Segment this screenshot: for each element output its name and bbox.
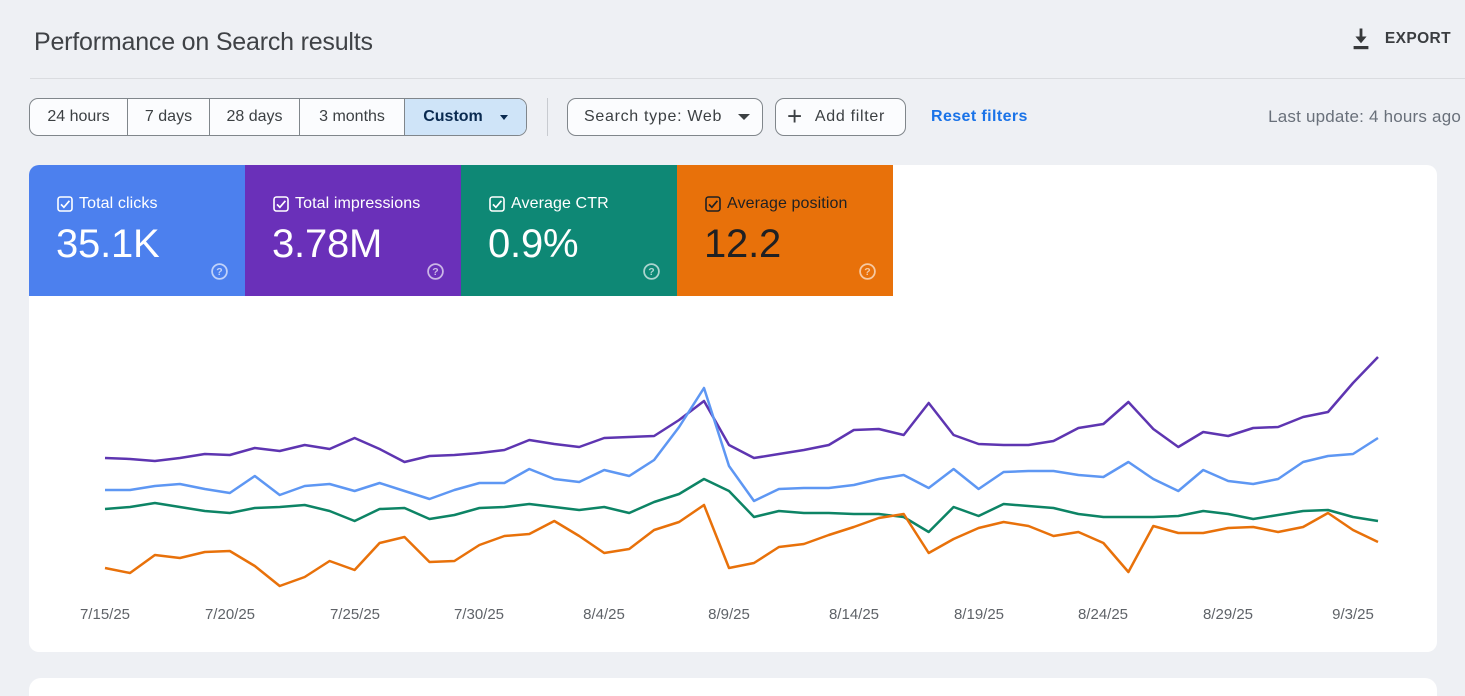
svg-text:7/25/25: 7/25/25 xyxy=(330,606,380,623)
svg-text:8/29/25: 8/29/25 xyxy=(1203,606,1253,623)
svg-text:8/24/25: 8/24/25 xyxy=(1078,606,1128,623)
svg-text:8/14/25: 8/14/25 xyxy=(829,606,879,623)
svg-text:8/19/25: 8/19/25 xyxy=(954,606,1004,623)
svg-text:8/9/25: 8/9/25 xyxy=(708,606,750,623)
svg-text:7/30/25: 7/30/25 xyxy=(454,606,504,623)
svg-text:7/15/25: 7/15/25 xyxy=(80,606,130,623)
svg-text:7/20/25: 7/20/25 xyxy=(205,606,255,623)
svg-text:8/4/25: 8/4/25 xyxy=(583,606,625,623)
svg-text:9/3/25: 9/3/25 xyxy=(1332,606,1374,623)
